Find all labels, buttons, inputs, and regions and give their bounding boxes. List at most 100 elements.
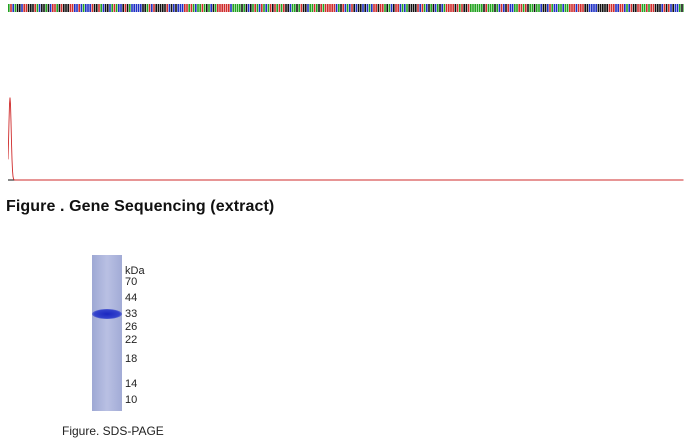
base-call-mark xyxy=(481,4,483,12)
base-call-mark xyxy=(131,4,133,12)
base-call-mark xyxy=(34,4,36,12)
base-call-mark xyxy=(670,4,672,12)
base-call-mark xyxy=(135,4,138,12)
base-call-mark xyxy=(626,4,628,12)
base-call-mark xyxy=(320,4,322,12)
base-call-mark xyxy=(76,4,78,12)
base-call-mark xyxy=(584,4,586,12)
base-call-mark xyxy=(617,4,619,12)
base-call-mark xyxy=(115,4,118,12)
base-call-mark xyxy=(168,4,171,12)
base-call-mark xyxy=(137,4,140,12)
base-call-mark xyxy=(58,4,61,12)
base-call-mark xyxy=(393,4,395,12)
base-call-mark xyxy=(346,4,349,12)
base-call-mark xyxy=(305,4,307,12)
base-call-mark xyxy=(78,4,80,12)
base-call-mark xyxy=(208,4,210,12)
base-call-mark xyxy=(408,4,410,12)
marker-label: 70 xyxy=(125,276,138,288)
base-call-mark xyxy=(309,4,311,12)
base-call-mark xyxy=(146,4,149,12)
base-call-mark xyxy=(619,4,622,12)
base-call-mark xyxy=(289,4,292,12)
protein-band xyxy=(92,309,122,319)
base-call-mark xyxy=(300,4,303,12)
base-call-mark xyxy=(109,4,111,12)
sds-page-caption: Figure. SDS-PAGE xyxy=(62,424,164,438)
base-call-mark xyxy=(8,4,10,12)
base-call-mark xyxy=(529,4,531,12)
base-call-mark xyxy=(16,4,19,12)
base-call-mark xyxy=(401,4,404,12)
base-call-mark xyxy=(580,4,582,12)
base-call-mark xyxy=(203,4,206,12)
base-call-mark xyxy=(621,4,624,12)
base-call-mark xyxy=(331,4,333,12)
base-call-mark xyxy=(674,4,677,12)
base-call-mark xyxy=(406,4,408,12)
base-call-mark xyxy=(399,4,402,12)
base-call-mark xyxy=(351,4,353,12)
base-call-mark xyxy=(610,4,613,12)
base-call-mark xyxy=(126,4,129,12)
base-call-mark xyxy=(155,4,157,12)
base-call-mark xyxy=(434,4,437,12)
base-call-mark xyxy=(613,4,615,12)
base-call-mark xyxy=(223,4,226,12)
base-call-mark xyxy=(439,4,441,12)
base-call-mark xyxy=(668,4,670,12)
base-call-mark xyxy=(485,4,487,12)
base-call-mark xyxy=(104,4,107,12)
base-call-mark xyxy=(102,4,105,12)
marker-label: 18 xyxy=(125,353,138,365)
base-call-mark xyxy=(74,4,76,12)
base-call-mark xyxy=(269,4,272,12)
base-call-mark xyxy=(67,4,69,12)
base-call-mark xyxy=(247,4,250,12)
base-call-mark xyxy=(520,4,523,12)
base-call-mark xyxy=(296,4,298,12)
base-call-mark xyxy=(547,4,549,12)
base-call-mark xyxy=(608,4,611,12)
base-call-mark xyxy=(575,4,578,12)
base-call-mark xyxy=(263,4,265,12)
base-call-mark xyxy=(287,4,289,12)
base-call-mark xyxy=(441,4,443,12)
base-call-mark xyxy=(511,4,514,12)
base-call-mark xyxy=(241,4,243,12)
base-call-mark xyxy=(390,4,393,12)
base-call-mark xyxy=(426,4,428,12)
base-call-mark xyxy=(327,4,329,12)
base-call-mark xyxy=(243,4,245,12)
base-call-mark xyxy=(379,4,382,12)
base-call-mark xyxy=(274,4,276,12)
base-call-mark xyxy=(588,4,591,12)
base-call-mark xyxy=(663,4,666,12)
base-call-mark xyxy=(456,4,459,12)
base-call-mark xyxy=(454,4,457,12)
base-call-mark xyxy=(643,4,646,12)
base-call-mark xyxy=(142,4,144,12)
base-call-mark xyxy=(52,4,54,12)
base-call-mark xyxy=(85,4,87,12)
base-call-mark xyxy=(683,4,684,12)
base-call-mark xyxy=(236,4,239,12)
base-call-mark xyxy=(419,4,421,12)
base-call-mark xyxy=(87,4,89,12)
base-call-mark xyxy=(291,4,294,12)
base-call-mark xyxy=(93,4,96,12)
base-call-mark xyxy=(527,4,529,12)
base-call-mark xyxy=(577,4,580,12)
base-call-mark xyxy=(397,4,399,12)
base-call-mark xyxy=(544,4,547,12)
base-call-mark xyxy=(195,4,197,12)
sds-page-gel-lane xyxy=(92,255,122,411)
base-call-mark xyxy=(494,4,496,12)
base-call-mark xyxy=(448,4,450,12)
base-call-mark xyxy=(190,4,193,12)
base-call-mark xyxy=(219,4,221,12)
base-call-mark xyxy=(113,4,116,12)
base-call-mark xyxy=(470,4,472,12)
base-call-mark xyxy=(322,4,325,12)
